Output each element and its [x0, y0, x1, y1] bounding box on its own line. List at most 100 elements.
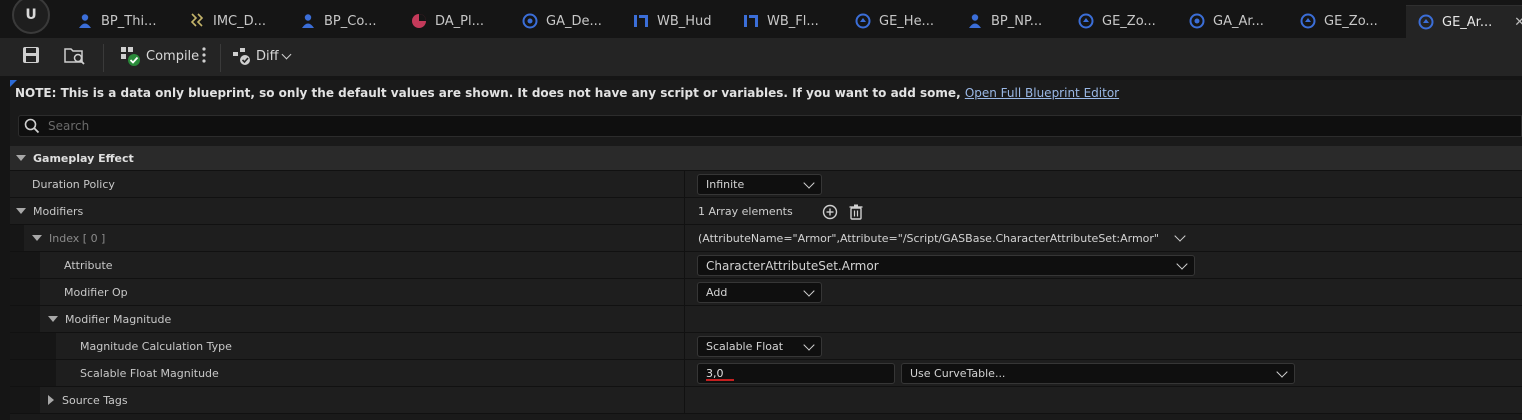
document-tab[interactable]: BP_Thi...	[77, 6, 156, 36]
document-tab[interactable]: DA_Pl...	[411, 6, 484, 36]
property-label: Index [ 0 ]	[49, 231, 106, 245]
clear-elements-button[interactable]	[848, 204, 864, 220]
browse-folder-search-icon	[64, 48, 85, 65]
gameplay-ability-icon	[522, 13, 538, 29]
scalable-float-value-field[interactable]: 3,0	[697, 363, 895, 384]
array-count: 1 Array elements	[698, 204, 793, 218]
property-duration-policy: Duration Policy Infinite	[10, 171, 1522, 198]
curve-table-dropdown[interactable]: Use CurveTable...	[901, 363, 1295, 384]
property-modifier-op: Modifier Op Add	[10, 279, 1522, 306]
value-column: Add	[684, 279, 1522, 305]
expand-arrow-icon[interactable]	[32, 235, 42, 241]
document-tab[interactable]: GA_Ar...	[1189, 6, 1264, 36]
input-mapping-icon	[189, 13, 205, 29]
tab-label: BP_Thi...	[101, 13, 157, 29]
gameplay-effect-icon	[1078, 13, 1094, 29]
compile-label: Compile	[146, 48, 200, 64]
diff-button[interactable]: Diff	[232, 46, 292, 66]
property-source-tags: Source Tags	[10, 387, 1522, 414]
property-grid: Gameplay Effect Duration Policy Infinite…	[10, 146, 1522, 414]
blueprint-actor-icon	[300, 13, 316, 29]
property-label: Scalable Float Magnitude	[80, 366, 219, 380]
property-index-0: Index [ 0 ] (AttributeName="Armor",Attri…	[10, 225, 1522, 252]
search-input[interactable]	[48, 119, 1448, 133]
widget-blueprint-icon	[743, 13, 759, 29]
chevron-down-icon	[803, 338, 815, 351]
close-icon[interactable]: ✕	[1514, 15, 1522, 30]
compile-button[interactable]: Compile	[120, 46, 199, 66]
magnitude-calc-type-dropdown[interactable]: Scalable Float	[697, 336, 822, 357]
unreal-logo-glyph: U	[25, 7, 37, 23]
indent-guide	[10, 306, 40, 332]
notice-text: NOTE: This is a data only blueprint, so …	[15, 86, 961, 100]
property-scalable-float-magnitude: Scalable Float Magnitude 3,0 Use CurveTa…	[10, 360, 1522, 387]
compile-options-button[interactable]	[201, 46, 207, 64]
dropdown-value: CharacterAttributeSet.Armor	[706, 258, 879, 273]
chevron-down-icon	[803, 176, 815, 189]
property-magnitude-calculation-type: Magnitude Calculation Type Scalable Floa…	[10, 333, 1522, 360]
document-tab[interactable]: BP_NP...	[967, 6, 1042, 36]
property-label: Duration Policy	[32, 177, 115, 191]
document-tab[interactable]: GE_Zo...	[1300, 6, 1378, 36]
category-gameplay-effect[interactable]: Gameplay Effect	[10, 146, 1522, 171]
blueprint-actor-icon	[967, 13, 983, 29]
expand-arrow-icon[interactable]	[16, 155, 26, 161]
tab-label: GE_Zo...	[1102, 13, 1156, 29]
chevron-down-icon	[803, 284, 815, 297]
document-tab[interactable]: BP_Co...	[300, 6, 376, 36]
expand-arrow-icon[interactable]	[48, 316, 58, 322]
chevron-down-icon[interactable]	[1174, 230, 1186, 242]
document-tab[interactable]: GE_Ar... ✕	[1406, 5, 1522, 38]
indent-guide	[10, 360, 56, 386]
attribute-dropdown[interactable]: CharacterAttributeSet.Armor	[697, 255, 1195, 276]
save-icon	[23, 47, 39, 63]
details-search-box[interactable]	[18, 115, 1522, 137]
modifier-op-dropdown[interactable]: Add	[697, 282, 822, 303]
indent-guide	[10, 279, 40, 305]
category-label: Gameplay Effect	[33, 151, 134, 165]
more-options-icon	[202, 47, 206, 63]
unreal-engine-logo[interactable]: U	[12, 0, 50, 34]
document-tab[interactable]: GA_De...	[522, 6, 602, 36]
tab-label: GE_He...	[879, 13, 934, 29]
data-asset-icon	[411, 13, 427, 29]
dropdown-value: Infinite	[706, 178, 745, 191]
plus-circle-icon	[822, 204, 838, 220]
asset-toolbar: Compile Diff	[0, 38, 1522, 76]
open-full-editor-link[interactable]: Open Full Blueprint Editor	[965, 86, 1119, 100]
indent-guide	[10, 333, 56, 359]
tab-label: GE_Zo...	[1324, 13, 1378, 29]
collapse-arrow-icon[interactable]	[48, 395, 54, 405]
property-label: Modifier Magnitude	[65, 312, 172, 326]
blueprint-actor-icon	[77, 13, 93, 29]
document-tab[interactable]: IMC_D...	[189, 6, 266, 36]
document-tab[interactable]: GE_Zo...	[1078, 6, 1156, 36]
browse-button[interactable]	[64, 46, 86, 66]
expand-arrow-icon[interactable]	[16, 208, 26, 214]
diff-label: Diff	[256, 48, 279, 64]
tab-label: WB_Hud	[657, 13, 712, 29]
document-tab-bar: U BP_Thi... IMC_D... BP_Co... DA_Pl... GA_De…	[0, 0, 1522, 38]
document-tab[interactable]: WB_Hud	[633, 6, 712, 36]
value-column	[684, 306, 1522, 332]
save-button[interactable]	[22, 46, 40, 64]
property-label: Source Tags	[62, 393, 128, 407]
document-tab[interactable]: GE_He...	[855, 6, 934, 36]
document-tab[interactable]: WB_Fl...	[743, 6, 819, 36]
indent-guide	[10, 387, 40, 413]
chevron-down-icon	[1176, 257, 1188, 270]
value-column: (AttributeName="Armor",Attribute="/Scrip…	[684, 225, 1522, 251]
search-icon	[24, 118, 44, 134]
value-column: Scalable Float	[684, 333, 1522, 359]
property-attribute: Attribute CharacterAttributeSet.Armor	[10, 252, 1522, 279]
add-element-button[interactable]	[822, 204, 838, 220]
gameplay-effect-icon	[855, 13, 871, 29]
gameplay-effect-icon	[1418, 14, 1434, 30]
gameplay-ability-icon	[1189, 13, 1205, 29]
chevron-down-icon	[1276, 365, 1288, 378]
toolbar-separator	[220, 44, 221, 72]
property-modifiers: Modifiers 1 Array elements	[10, 198, 1522, 225]
tab-label: DA_Pl...	[435, 13, 485, 29]
tab-label: WB_Fl...	[767, 13, 819, 29]
duration-policy-dropdown[interactable]: Infinite	[697, 174, 822, 195]
